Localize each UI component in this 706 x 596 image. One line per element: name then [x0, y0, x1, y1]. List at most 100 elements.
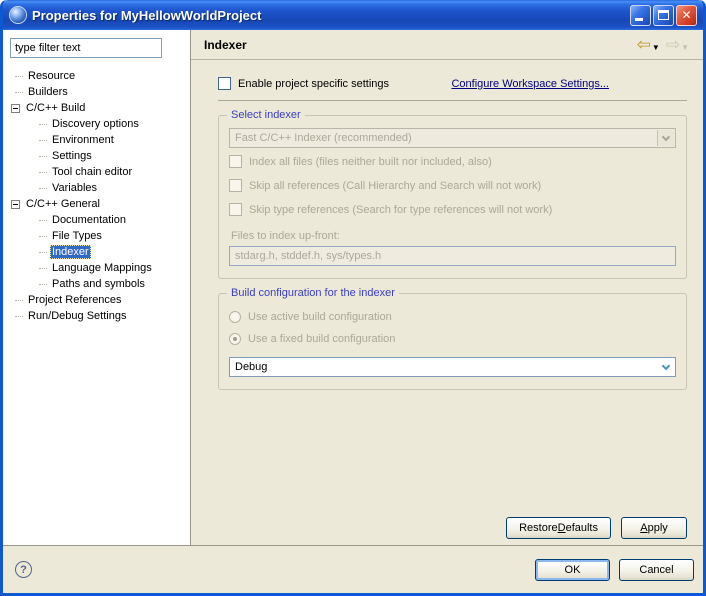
apply-button[interactable]: Apply	[621, 517, 687, 539]
tree-item-label[interactable]: Project References	[26, 293, 124, 307]
checkbox-label: Skip type references (Search for type re…	[249, 204, 552, 216]
configure-workspace-settings-link[interactable]: Configure Workspace Settings...	[451, 78, 609, 90]
forward-dropdown-icon: ▼	[681, 43, 689, 52]
minimize-icon	[635, 18, 643, 21]
tree-item-label[interactable]: Discovery options	[50, 117, 141, 131]
tree-item-label[interactable]: Run/Debug Settings	[26, 309, 128, 323]
tree-connector	[39, 188, 47, 189]
back-dropdown-icon[interactable]: ▼	[652, 43, 660, 52]
tree-connector	[15, 316, 23, 317]
tree-connector	[39, 268, 47, 269]
tree-item-language-mappings[interactable]: Language Mappings	[3, 260, 190, 276]
close-button[interactable]: ✕	[676, 5, 697, 26]
tree-item-label[interactable]: File Types	[50, 229, 104, 243]
checkbox-row-index-all-files-files-neither-: Index all files (files neither built nor…	[229, 150, 676, 173]
tree-connector	[15, 92, 23, 93]
tree-item-label[interactable]: C/C++ General	[24, 197, 102, 211]
tree-item-variables[interactable]: Variables	[3, 180, 190, 196]
button-bar: ? OK Cancel	[3, 545, 703, 593]
radio-label: Use a fixed build configuration	[248, 333, 395, 345]
select-indexer-group: Select indexer Fast C/C++ Indexer (recom…	[218, 115, 687, 279]
tree-item-discovery-options[interactable]: Discovery options	[3, 116, 190, 132]
restore-defaults-button[interactable]: Restore Defaults	[506, 517, 611, 539]
enable-project-settings-label: Enable project specific settings	[238, 78, 389, 90]
title-bar: Properties for MyHellowWorldProject ✕	[3, 0, 703, 30]
tree-item-label[interactable]: Resource	[26, 69, 77, 83]
tree-item-c-c-build[interactable]: C/C++ Build	[3, 100, 190, 116]
back-arrow-icon[interactable]: ⇦	[637, 36, 651, 53]
tree-item-c-c-general[interactable]: C/C++ General	[3, 196, 190, 212]
tree-item-run-debug-settings[interactable]: Run/Debug Settings	[3, 308, 190, 324]
tree-connector	[39, 284, 47, 285]
tree-item-label[interactable]: Tool chain editor	[50, 165, 134, 179]
build-config-combo[interactable]: Debug	[229, 357, 676, 377]
enable-project-settings-checkbox[interactable]	[218, 77, 231, 90]
tree-item-label[interactable]: Builders	[26, 85, 70, 99]
build-config-radio-list: Use active build configuration Use a fixe…	[229, 306, 676, 350]
ok-button[interactable]: OK	[535, 559, 610, 581]
indexer-page: Indexer ⇦ ▼ ⇨ ▼ Enable project specific …	[191, 30, 703, 545]
tree-connector	[39, 140, 47, 141]
tree-item-resource[interactable]: Resource	[3, 68, 190, 84]
page-title: Indexer	[204, 38, 633, 52]
tree-connector	[39, 220, 47, 221]
tree-item-tool-chain-editor[interactable]: Tool chain editor	[3, 164, 190, 180]
tree-item-label[interactable]: C/C++ Build	[24, 101, 87, 115]
tree-item-label[interactable]: Settings	[50, 149, 94, 163]
tree-item-label[interactable]: Indexer	[50, 245, 91, 259]
chevron-down-icon	[657, 130, 674, 146]
properties-tree: Resource Builders C/C++ Build Discovery opt…	[3, 68, 190, 324]
tree-item-label[interactable]: Documentation	[50, 213, 128, 227]
checkbox-skip-all-references-call-hiera	[229, 179, 242, 192]
tree-collapse-icon[interactable]	[11, 200, 20, 209]
tree-item-builders[interactable]: Builders	[3, 84, 190, 100]
indexer-type-combo: Fast C/C++ Indexer (recommended)	[229, 128, 676, 148]
files-to-index-input	[229, 246, 676, 266]
forward-arrow-icon: ⇨	[666, 36, 680, 53]
tree-item-settings[interactable]: Settings	[3, 148, 190, 164]
tree-connector	[39, 172, 47, 173]
window-title: Properties for MyHellowWorldProject	[32, 8, 628, 23]
tree-item-label[interactable]: Paths and symbols	[50, 277, 147, 291]
checkbox-index-all-files-files-neither-	[229, 155, 242, 168]
build-config-group: Build configuration for the indexer Use …	[218, 293, 687, 390]
filter-input[interactable]	[10, 38, 162, 58]
tree-item-documentation[interactable]: Documentation	[3, 212, 190, 228]
checkbox-label: Index all files (files neither built nor…	[249, 156, 492, 168]
files-to-index-label: Files to index up-front:	[231, 230, 676, 242]
indexer-type-combo-value: Fast C/C++ Indexer (recommended)	[235, 132, 412, 144]
radio-label: Use active build configuration	[248, 311, 392, 323]
maximize-icon	[658, 10, 669, 20]
indexer-options-list: Index all files (files neither built nor…	[229, 150, 676, 221]
close-icon: ✕	[677, 6, 696, 25]
tree-connector	[39, 124, 47, 125]
build-config-combo-value: Debug	[235, 361, 267, 373]
checkbox-row-skip-all-references-call-hiera: Skip all references (Call Hierarchy and …	[229, 174, 676, 197]
cancel-button[interactable]: Cancel	[619, 559, 694, 581]
tree-item-environment[interactable]: Environment	[3, 132, 190, 148]
radio-use-active-build-configuration	[229, 311, 241, 323]
build-config-group-title: Build configuration for the indexer	[227, 287, 399, 299]
maximize-button[interactable]	[653, 5, 674, 26]
tree-connector	[39, 156, 47, 157]
radio-row-use-active-build-configuration: Use active build configuration	[229, 306, 676, 328]
tree-connector	[39, 236, 47, 237]
tree-item-indexer[interactable]: Indexer	[3, 244, 190, 260]
tree-item-project-references[interactable]: Project References	[3, 292, 190, 308]
tree-collapse-icon[interactable]	[11, 104, 20, 113]
tree-item-label[interactable]: Variables	[50, 181, 99, 195]
checkbox-skip-type-references-search-fo	[229, 203, 242, 216]
app-icon	[10, 7, 26, 23]
chevron-down-icon[interactable]	[657, 359, 674, 375]
radio-row-use-a-fixed-build-configuration: Use a fixed build configuration	[229, 328, 676, 350]
tree-item-file-types[interactable]: File Types	[3, 228, 190, 244]
tree-item-label[interactable]: Language Mappings	[50, 261, 154, 275]
checkbox-label: Skip all references (Call Hierarchy and …	[249, 180, 541, 192]
tree-item-label[interactable]: Environment	[50, 133, 116, 147]
properties-dialog: Properties for MyHellowWorldProject ✕ Re…	[0, 0, 706, 596]
tree-item-paths-and-symbols[interactable]: Paths and symbols	[3, 276, 190, 292]
help-icon[interactable]: ?	[15, 561, 32, 578]
checkbox-row-skip-type-references-search-fo: Skip type references (Search for type re…	[229, 198, 676, 221]
properties-sidebar: Resource Builders C/C++ Build Discovery opt…	[3, 30, 191, 545]
minimize-button[interactable]	[630, 5, 651, 26]
